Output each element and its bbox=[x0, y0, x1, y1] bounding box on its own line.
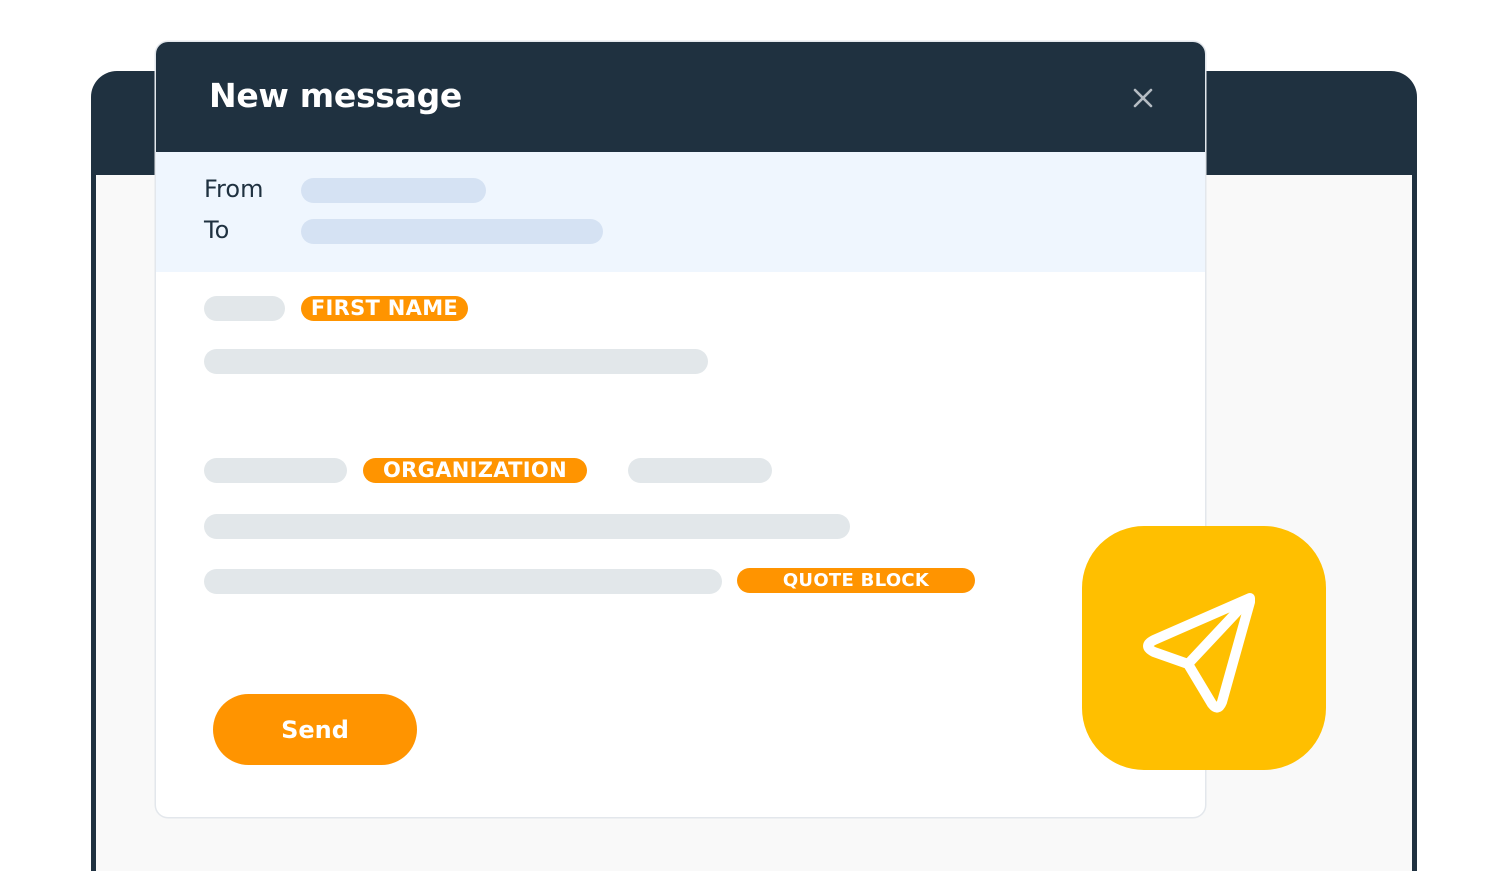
address-area: From To bbox=[156, 152, 1205, 272]
from-label: From bbox=[204, 175, 264, 203]
text-placeholder bbox=[204, 458, 347, 483]
text-placeholder bbox=[204, 296, 285, 321]
send-badge[interactable] bbox=[1082, 526, 1326, 770]
send-button[interactable]: Send bbox=[213, 694, 417, 765]
from-field[interactable] bbox=[301, 178, 486, 203]
text-placeholder bbox=[204, 349, 708, 374]
first-name-tag[interactable]: FIRST NAME bbox=[301, 296, 468, 321]
text-placeholder bbox=[204, 514, 850, 539]
paper-plane-icon bbox=[1143, 593, 1255, 713]
quote-block-tag[interactable]: QUOTE BLOCK bbox=[737, 568, 975, 593]
close-button[interactable] bbox=[1131, 86, 1155, 110]
compose-window: New message From To FIRST NAME ORGANIZAT… bbox=[156, 42, 1205, 817]
compose-header: New message bbox=[156, 42, 1205, 152]
organization-tag[interactable]: ORGANIZATION bbox=[363, 458, 587, 483]
text-placeholder bbox=[204, 569, 722, 594]
close-icon bbox=[1133, 88, 1153, 108]
window-title: New message bbox=[209, 76, 462, 115]
text-placeholder bbox=[628, 458, 772, 483]
to-field[interactable] bbox=[301, 219, 603, 244]
to-label: To bbox=[204, 216, 230, 244]
